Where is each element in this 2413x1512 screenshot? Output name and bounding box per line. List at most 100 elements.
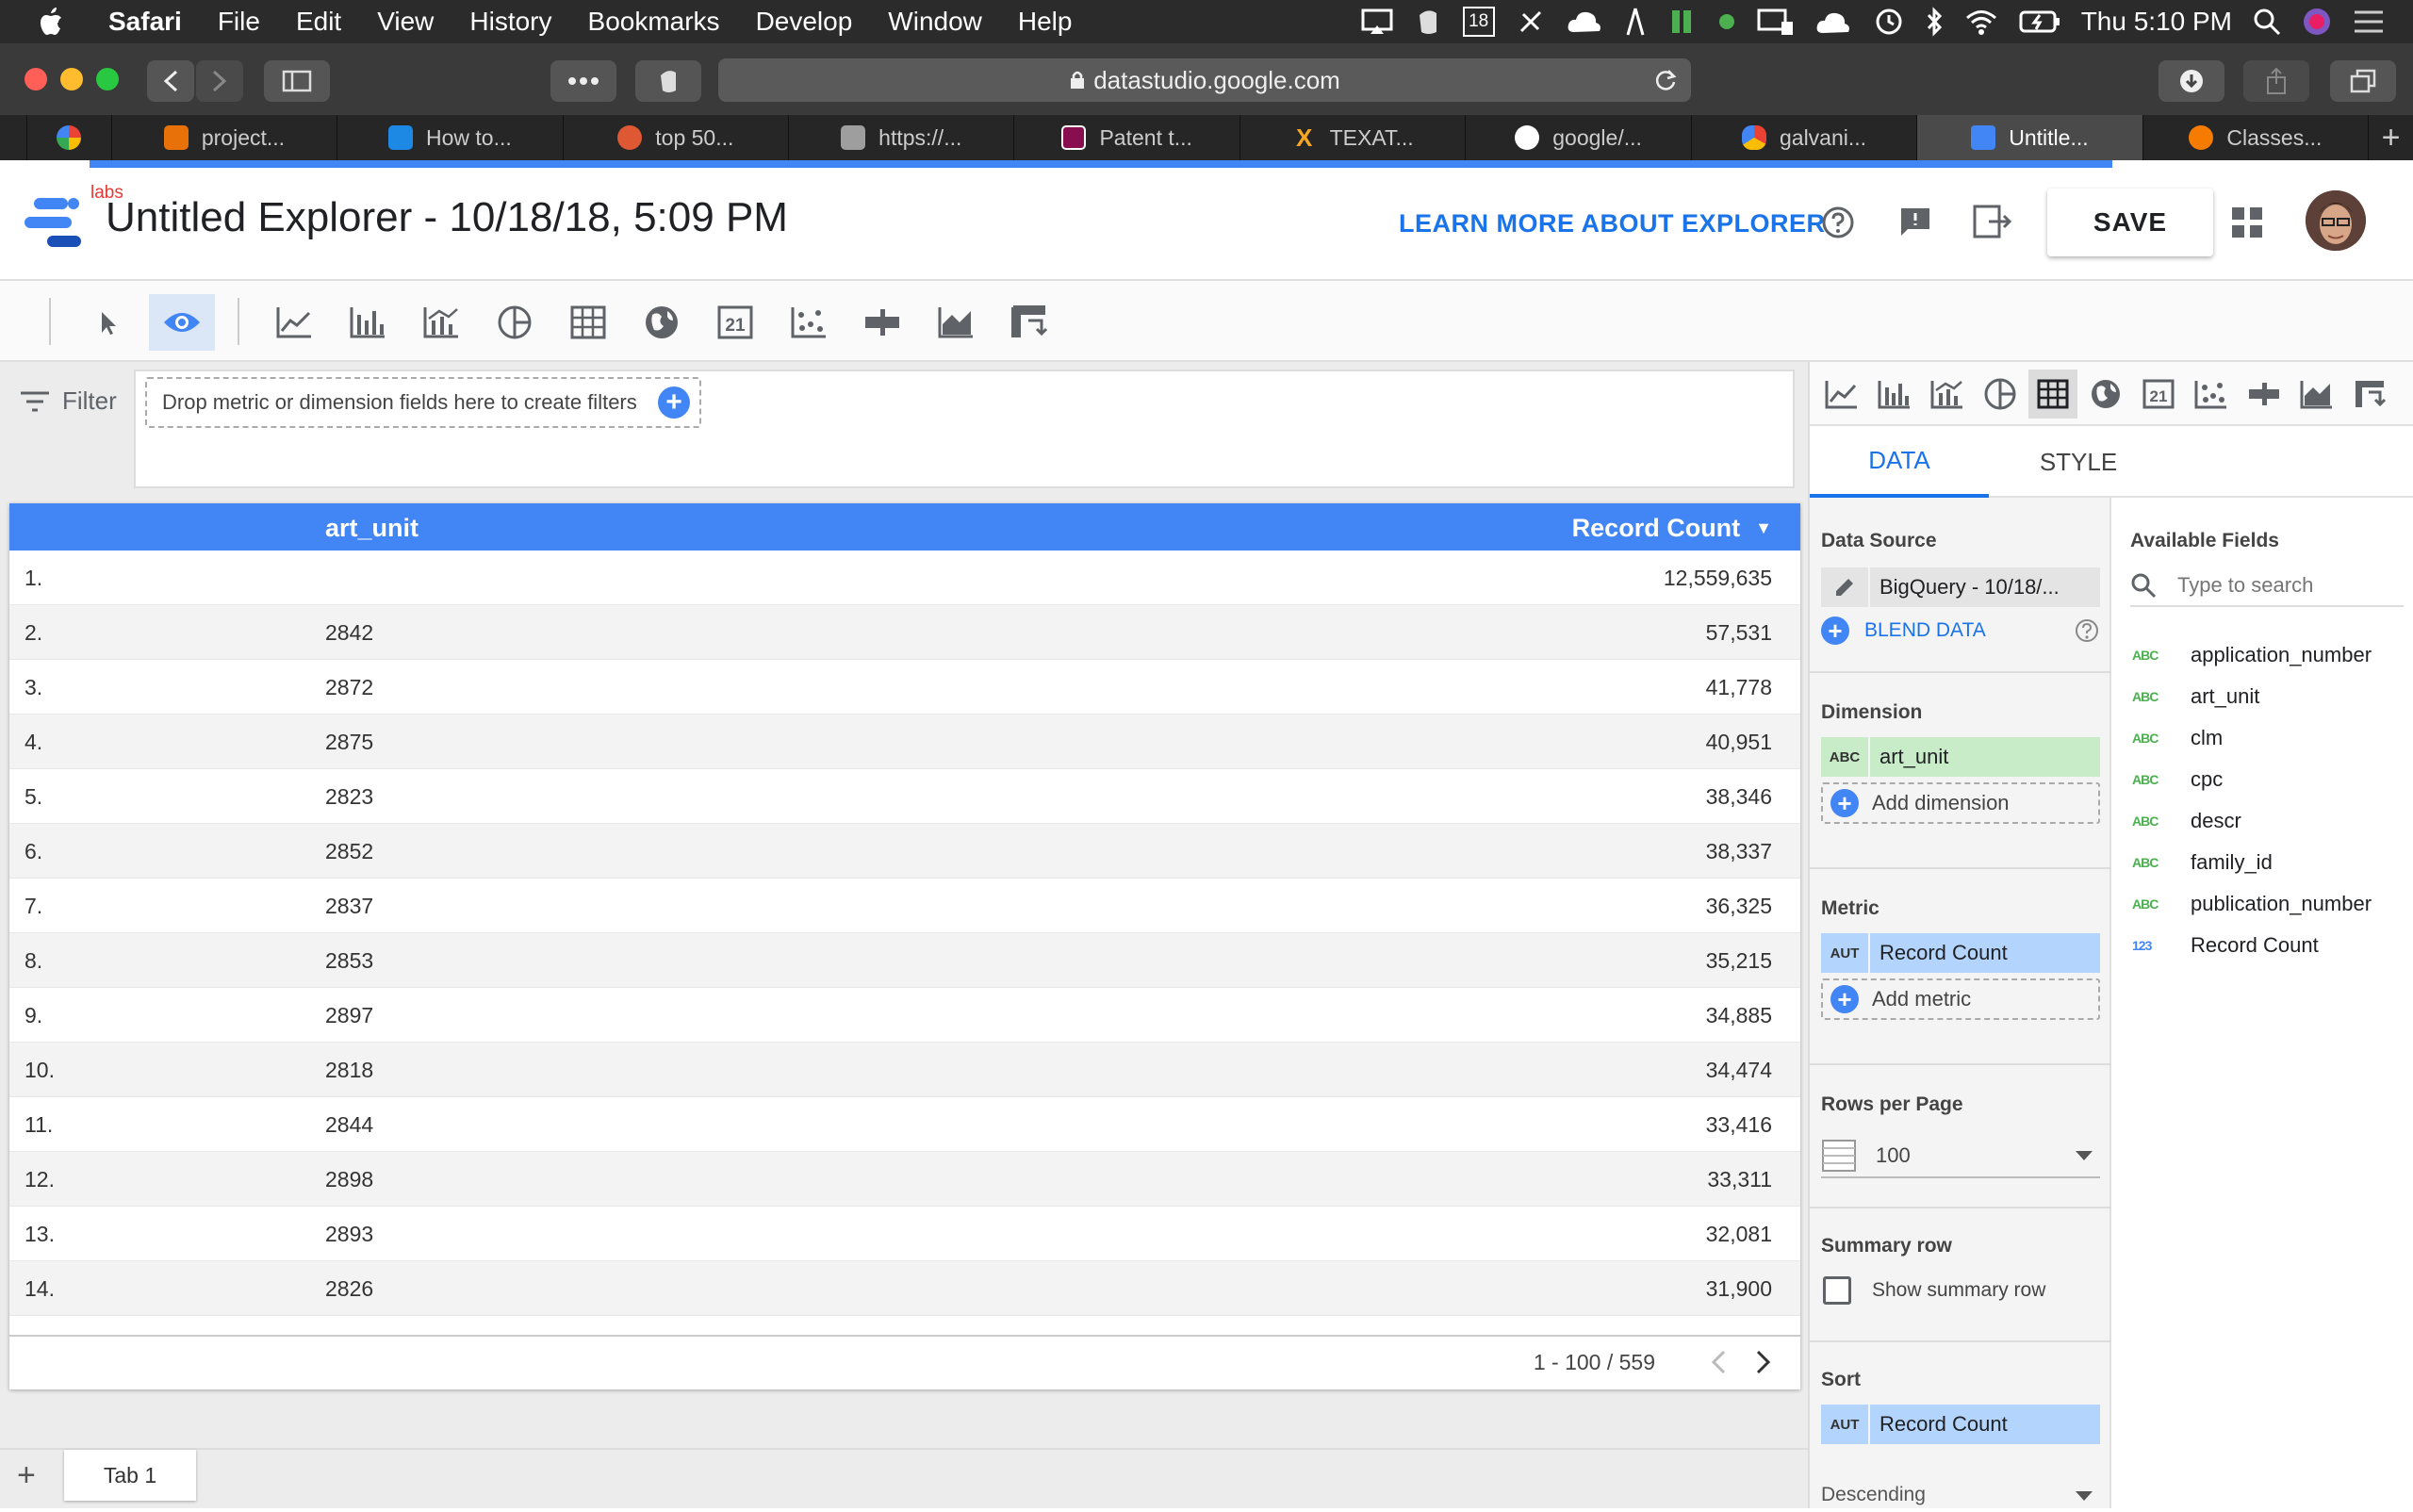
available-field[interactable]: 123 Record Count	[2132, 933, 2319, 958]
table-row[interactable]: 3. 2872 41,778	[9, 660, 1800, 715]
address-bar[interactable]: datastudio.google.com	[718, 58, 1691, 102]
field-search[interactable]	[2130, 566, 2404, 607]
minimize-window-button[interactable]	[60, 68, 83, 90]
table-row[interactable]: 4. 2875 40,951	[9, 715, 1800, 769]
browser-tab[interactable]: https://...	[788, 115, 1013, 160]
bullet-chart-icon[interactable]	[854, 294, 911, 351]
browser-tab[interactable]: X TEXAT...	[1239, 115, 1465, 160]
browser-tab[interactable]: top 50...	[562, 115, 788, 160]
browser-tab[interactable]: Patent t...	[1013, 115, 1239, 160]
time-machine-icon[interactable]	[1874, 7, 1904, 37]
filter-label[interactable]: Filter	[19, 386, 117, 416]
status-dot-icon[interactable]	[1717, 12, 1736, 31]
table-chart[interactable]: art_unit Record Count ▼ 1. 12,559,635 2. 28…	[9, 503, 1800, 1389]
menu-view[interactable]: View	[359, 7, 451, 37]
data-source-chip[interactable]: BigQuery - 10/18/...	[1821, 567, 2100, 607]
browser-tab[interactable]: galvani...	[1690, 115, 1916, 160]
menu-help[interactable]: Help	[1000, 7, 1091, 37]
show-tabs-icon[interactable]	[2330, 60, 2396, 102]
show-summary-row-checkbox[interactable]: Show summary row	[1823, 1276, 2045, 1305]
spotlight-search-icon[interactable]	[2253, 8, 2281, 36]
tab-style[interactable]: STYLE	[1989, 426, 2168, 498]
browser-tab-active[interactable]: Untitle...	[1916, 115, 2142, 160]
save-button[interactable]: SAVE	[2047, 189, 2213, 256]
pie-chart-icon[interactable]	[486, 294, 543, 351]
browser-tab[interactable]: How to...	[337, 115, 562, 160]
table-row[interactable]: 9. 2897 34,885	[9, 988, 1800, 1043]
menu-bookmarks[interactable]: Bookmarks	[570, 7, 738, 37]
compass-icon[interactable]	[1623, 7, 1648, 37]
browser-tab[interactable]: google/...	[1465, 115, 1690, 160]
column-header-record-count[interactable]: Record Count ▼	[1572, 514, 1772, 543]
table-row[interactable]: 8. 2853 35,215	[9, 933, 1800, 988]
table-row[interactable]: 1. 12,559,635	[9, 551, 1800, 605]
rows-per-page-select[interactable]: 100	[1821, 1135, 2100, 1178]
column-header-art-unit[interactable]: art_unit	[325, 514, 419, 543]
forward-button[interactable]	[196, 60, 243, 102]
add-dimension-button[interactable]: + Add dimension	[1821, 782, 2100, 824]
scorecard-icon[interactable]: 21	[707, 294, 763, 351]
sidebar-toggle-icon[interactable]	[264, 60, 330, 102]
pinned-tab[interactable]	[25, 115, 111, 160]
help-icon[interactable]	[1821, 205, 1855, 239]
pivot-table-icon[interactable]	[2345, 370, 2394, 419]
battery-icon[interactable]	[2019, 8, 2060, 35]
menu-develop[interactable]: Develop	[738, 7, 871, 37]
tools-icon[interactable]	[1516, 7, 1546, 37]
previous-page-icon[interactable]	[1710, 1349, 1727, 1375]
geo-map-icon[interactable]	[2081, 370, 2130, 419]
table-row[interactable]: 12. 2898 33,311	[9, 1152, 1800, 1207]
table-row[interactable]: 11. 2844 33,416	[9, 1097, 1800, 1152]
calendar-icon[interactable]: 18	[1462, 7, 1495, 37]
table-chart-icon-selected[interactable]	[2028, 370, 2077, 419]
next-page-icon[interactable]	[1755, 1349, 1772, 1375]
dimension-chip-art-unit[interactable]: ABC art_unit	[1821, 737, 2100, 777]
table-row[interactable]: 13. 2893 32,081	[9, 1207, 1800, 1261]
pie-chart-icon[interactable]	[1976, 370, 2025, 419]
cloud-upload-icon[interactable]	[1567, 8, 1602, 36]
time-series-chart-icon[interactable]	[266, 294, 322, 351]
apps-grid-icon[interactable]	[2232, 207, 2262, 238]
scatter-chart-icon[interactable]	[2187, 370, 2236, 419]
scorecard-icon[interactable]: 21	[2134, 370, 2183, 419]
combo-chart-icon[interactable]	[413, 294, 469, 351]
add-filter-button[interactable]: +	[658, 386, 690, 419]
zoom-window-button[interactable]	[96, 68, 119, 90]
scatter-chart-icon[interactable]	[780, 294, 837, 351]
new-tab-button[interactable]: +	[2368, 115, 2413, 160]
sort-order-select[interactable]: Descending	[1821, 1478, 2100, 1512]
share-icon[interactable]	[2243, 60, 2309, 102]
available-field[interactable]: ABC cpc	[2132, 767, 2223, 792]
page-tab-1[interactable]: Tab 1	[64, 1450, 196, 1501]
blend-data-row[interactable]: + BLEND DATA	[1821, 616, 2100, 645]
pivot-table-icon[interactable]	[1001, 294, 1058, 351]
browser-tab[interactable]: project...	[110, 115, 337, 160]
menu-edit[interactable]: Edit	[278, 7, 359, 37]
learn-more-link[interactable]: LEARN MORE ABOUT EXPLORER	[1399, 209, 1826, 238]
sort-chip-record-count[interactable]: AUT Record Count	[1821, 1405, 2100, 1444]
area-chart-icon[interactable]	[927, 294, 984, 351]
bar-chart-icon[interactable]	[339, 294, 396, 351]
evernote-extension-icon[interactable]	[635, 60, 701, 102]
available-field[interactable]: ABC application_number	[2132, 643, 2372, 667]
table-row[interactable]: 10. 2818 34,474	[9, 1043, 1800, 1097]
metric-chip-record-count[interactable]: AUT Record Count	[1821, 933, 2100, 973]
notification-center-icon[interactable]	[2353, 8, 2385, 35]
battery-meter-icon[interactable]	[1668, 7, 1697, 37]
evernote-icon[interactable]	[1414, 8, 1442, 36]
blend-data-link[interactable]: BLEND DATA	[1864, 619, 1986, 642]
table-row[interactable]: 2. 2842 57,531	[9, 605, 1800, 660]
geo-map-icon[interactable]	[633, 294, 690, 351]
add-page-button[interactable]: +	[17, 1457, 36, 1494]
table-row[interactable]: 7. 2837 36,325	[9, 879, 1800, 933]
available-field[interactable]: ABC art_unit	[2132, 684, 2259, 709]
available-field[interactable]: ABC clm	[2132, 726, 2223, 750]
available-field[interactable]: ABC descr	[2132, 809, 2241, 833]
bullet-chart-icon[interactable]	[2240, 370, 2289, 419]
menu-clock[interactable]: Thu 5:10 PM	[2081, 7, 2232, 37]
feedback-icon[interactable]	[1898, 205, 1932, 239]
avatar[interactable]	[2306, 190, 2366, 251]
bar-chart-icon[interactable]	[1870, 370, 1919, 419]
area-chart-icon[interactable]	[2292, 370, 2341, 419]
tab-data[interactable]: DATA	[1810, 426, 1989, 498]
